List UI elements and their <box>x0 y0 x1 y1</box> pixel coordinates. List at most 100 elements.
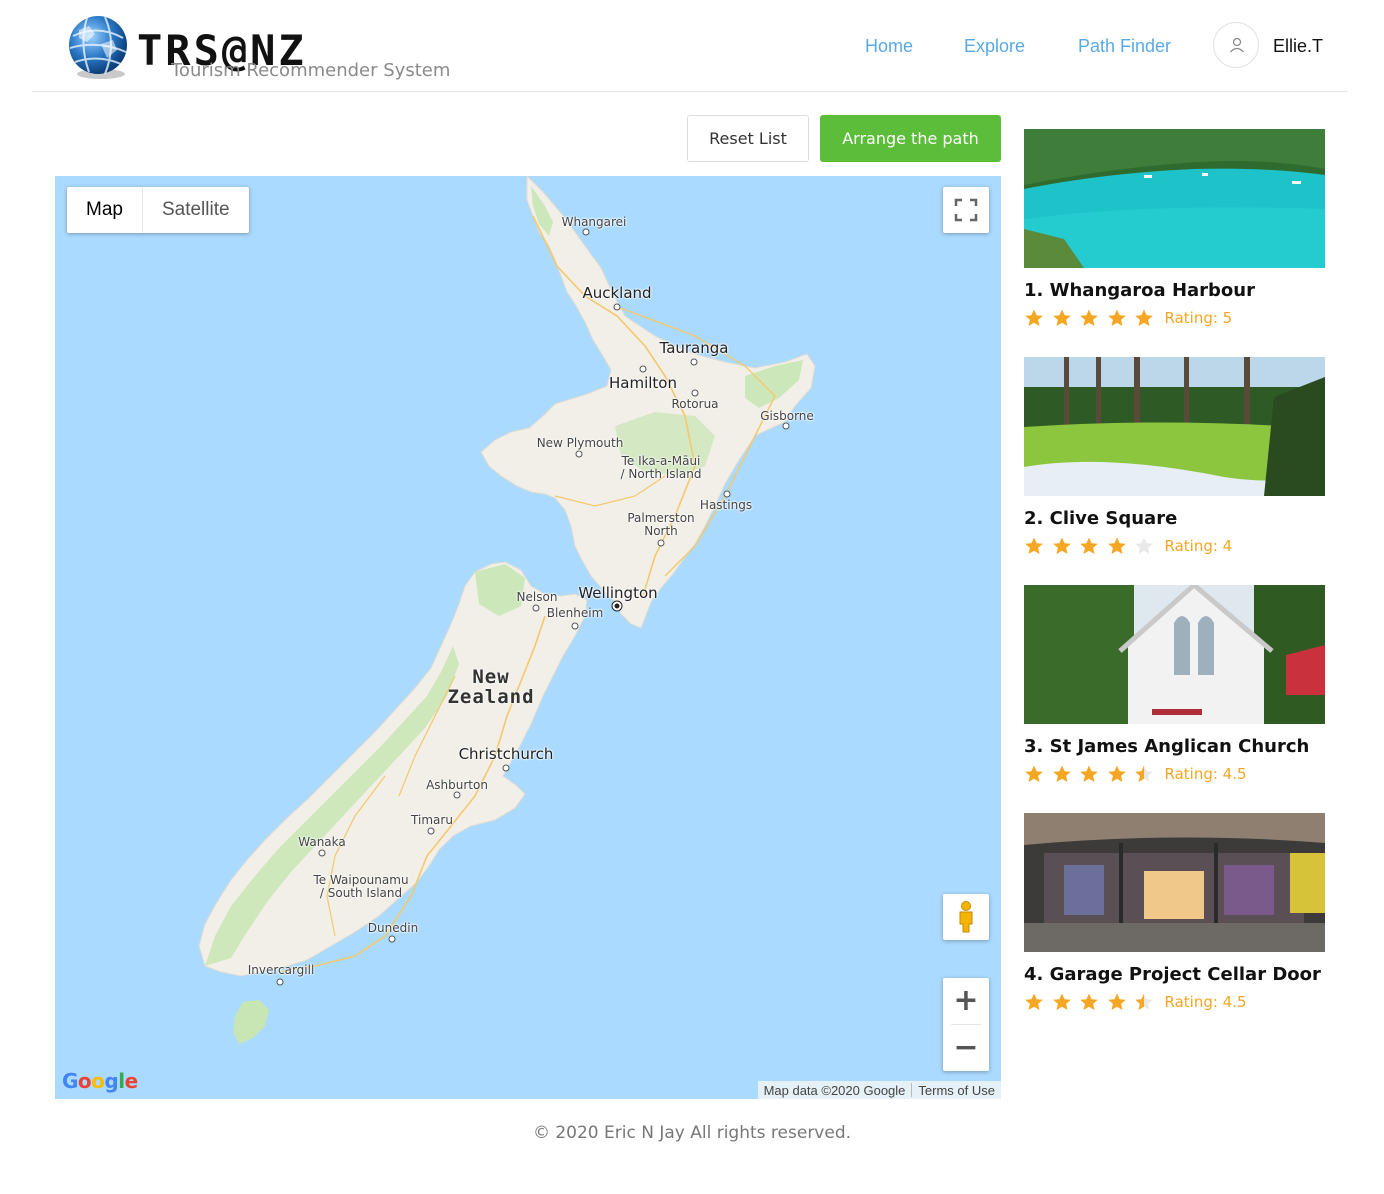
zoom-in-button[interactable]: + <box>943 978 989 1024</box>
place-title[interactable]: 3. St James Anglican Church <box>1024 736 1325 758</box>
terms-of-use-link[interactable]: Terms of Use <box>918 1083 995 1098</box>
pegman-icon <box>959 901 973 933</box>
nav-home-link[interactable]: Home <box>865 34 913 58</box>
city-label-timaru: Timaru <box>411 813 453 827</box>
country-label: New Zealand <box>447 666 535 708</box>
user-icon <box>1230 37 1244 53</box>
city-label-dunedin: Dunedin <box>367 921 419 935</box>
city-dot[interactable] <box>318 849 326 857</box>
cellar-door-photo[interactable] <box>1024 813 1325 952</box>
city-label-palmerston-north: Palmerston North <box>627 511 695 539</box>
city-dot[interactable] <box>657 539 665 547</box>
city-label-wanaka: Wanaka <box>298 835 346 849</box>
place-rating: Rating: 4.5 <box>1024 992 1325 1012</box>
arrange-path-button[interactable]: Arrange the path <box>820 115 1001 162</box>
star-icon <box>1135 765 1153 782</box>
map-land <box>198 176 816 1044</box>
star-icon <box>1135 537 1153 554</box>
city-label-auckland: Auckland <box>582 284 652 302</box>
city-dot[interactable] <box>571 622 579 630</box>
church-photo[interactable] <box>1024 585 1325 724</box>
city-dot[interactable] <box>532 604 540 612</box>
star-icon <box>1025 765 1043 782</box>
city-label-new-plymouth: New Plymouth <box>536 436 624 450</box>
place-card[interactable]: 2. Clive Square Rating: 4 <box>1024 357 1325 556</box>
place-title[interactable]: 2. Clive Square <box>1024 508 1325 530</box>
place-rating: Rating: 4.5 <box>1024 764 1325 784</box>
city-dot[interactable] <box>723 490 731 498</box>
city-dot[interactable] <box>427 827 435 835</box>
city-dot[interactable] <box>690 358 698 366</box>
city-label-whangarei: Whangarei <box>561 215 627 229</box>
city-dot[interactable] <box>582 228 590 236</box>
park-photo[interactable] <box>1024 357 1325 496</box>
place-rating: Rating: 4 <box>1024 536 1325 556</box>
harbour-photo[interactable] <box>1024 129 1325 268</box>
map-type-satellite-button[interactable]: Satellite <box>143 187 249 233</box>
globe-icon <box>69 16 127 79</box>
star-icon <box>1052 537 1071 554</box>
place-card[interactable]: 3. St James Anglican Church Rating: 4.5 <box>1024 585 1325 784</box>
nav-explore-link[interactable]: Explore <box>964 34 1025 58</box>
city-label-wellington: Wellington <box>578 584 658 602</box>
zoom-out-button[interactable]: − <box>943 1025 989 1071</box>
star-icon <box>1080 993 1098 1010</box>
city-label-hastings: Hastings <box>699 498 753 512</box>
city-dot[interactable] <box>276 978 284 986</box>
star-icon <box>1135 993 1153 1010</box>
capital-dot[interactable] <box>612 601 622 611</box>
map-attribution: Map data ©2020 Google Terms of Use <box>757 1081 1001 1099</box>
map-data-label: Map data ©2020 Google <box>763 1082 906 1098</box>
city-label-christchurch: Christchurch <box>458 745 554 763</box>
user-avatar[interactable] <box>1213 22 1259 68</box>
header: TRS@NZ Tourism Recommender System Home E… <box>32 0 1348 92</box>
city-dot[interactable] <box>613 303 621 311</box>
place-title[interactable]: 1. Whangaroa Harbour <box>1024 280 1325 302</box>
city-dot[interactable] <box>782 422 790 430</box>
city-dot[interactable] <box>388 935 396 943</box>
star-icon <box>1135 309 1153 326</box>
rating-text: Rating: 4.5 <box>1164 765 1247 783</box>
rating-text: Rating: 4.5 <box>1164 993 1247 1011</box>
place-title[interactable]: 4. Garage Project Cellar Door <box>1024 964 1325 986</box>
city-dot[interactable] <box>691 389 699 397</box>
star-icon <box>1107 765 1126 782</box>
place-rating: Rating: 5 <box>1024 308 1325 328</box>
street-view-pegman[interactable] <box>943 894 989 940</box>
city-label-blenheim: Blenheim <box>546 606 604 620</box>
map-type-control: Map Satellite <box>67 187 249 233</box>
star-icon <box>1107 309 1126 326</box>
city-label-invercargill: Invercargill <box>247 963 315 977</box>
city-dot[interactable] <box>575 450 583 458</box>
star-icon <box>1025 309 1043 326</box>
city-label-rotorua: Rotorua <box>671 397 719 411</box>
city-label-nelson: Nelson <box>516 590 558 604</box>
rating-text: Rating: 5 <box>1164 309 1233 327</box>
brand-logo[interactable]: TRS@NZ Tourism Recommender System <box>65 12 450 84</box>
brand-subtitle: Tourism Recommender System <box>171 60 451 81</box>
star-icon <box>1080 309 1098 326</box>
region-label-south-island: Te Waipounamu / South Island <box>313 873 409 901</box>
city-dot[interactable] <box>639 365 647 373</box>
city-label-gisborne: Gisborne <box>760 409 814 423</box>
star-icon <box>1080 765 1098 782</box>
fullscreen-icon <box>954 198 978 222</box>
star-icon <box>1052 309 1071 326</box>
nav-path-finder-link[interactable]: Path Finder <box>1078 34 1171 58</box>
city-dot[interactable] <box>453 791 461 799</box>
star-icon <box>1052 993 1071 1010</box>
username[interactable]: Ellie.T <box>1273 34 1323 58</box>
place-card[interactable]: 1. Whangaroa Harbour Rating: 5 <box>1024 129 1325 328</box>
city-label-ashburton: Ashburton <box>426 778 488 792</box>
star-icon <box>1107 993 1126 1010</box>
map-type-map-button[interactable]: Map <box>67 187 143 233</box>
google-logo[interactable]: Google <box>62 1069 138 1093</box>
zoom-control: + − <box>943 978 989 1071</box>
map-view[interactable]: Whangarei Auckland Tauranga Hamilton Rot… <box>55 176 1001 1099</box>
city-dot[interactable] <box>502 764 510 772</box>
reset-list-button[interactable]: Reset List <box>687 115 809 162</box>
star-icon <box>1080 537 1098 554</box>
fullscreen-button[interactable] <box>943 187 989 233</box>
place-card[interactable]: 4. Garage Project Cellar Door Rating: 4.… <box>1024 813 1325 1012</box>
city-label-hamilton: Hamilton <box>609 374 677 392</box>
